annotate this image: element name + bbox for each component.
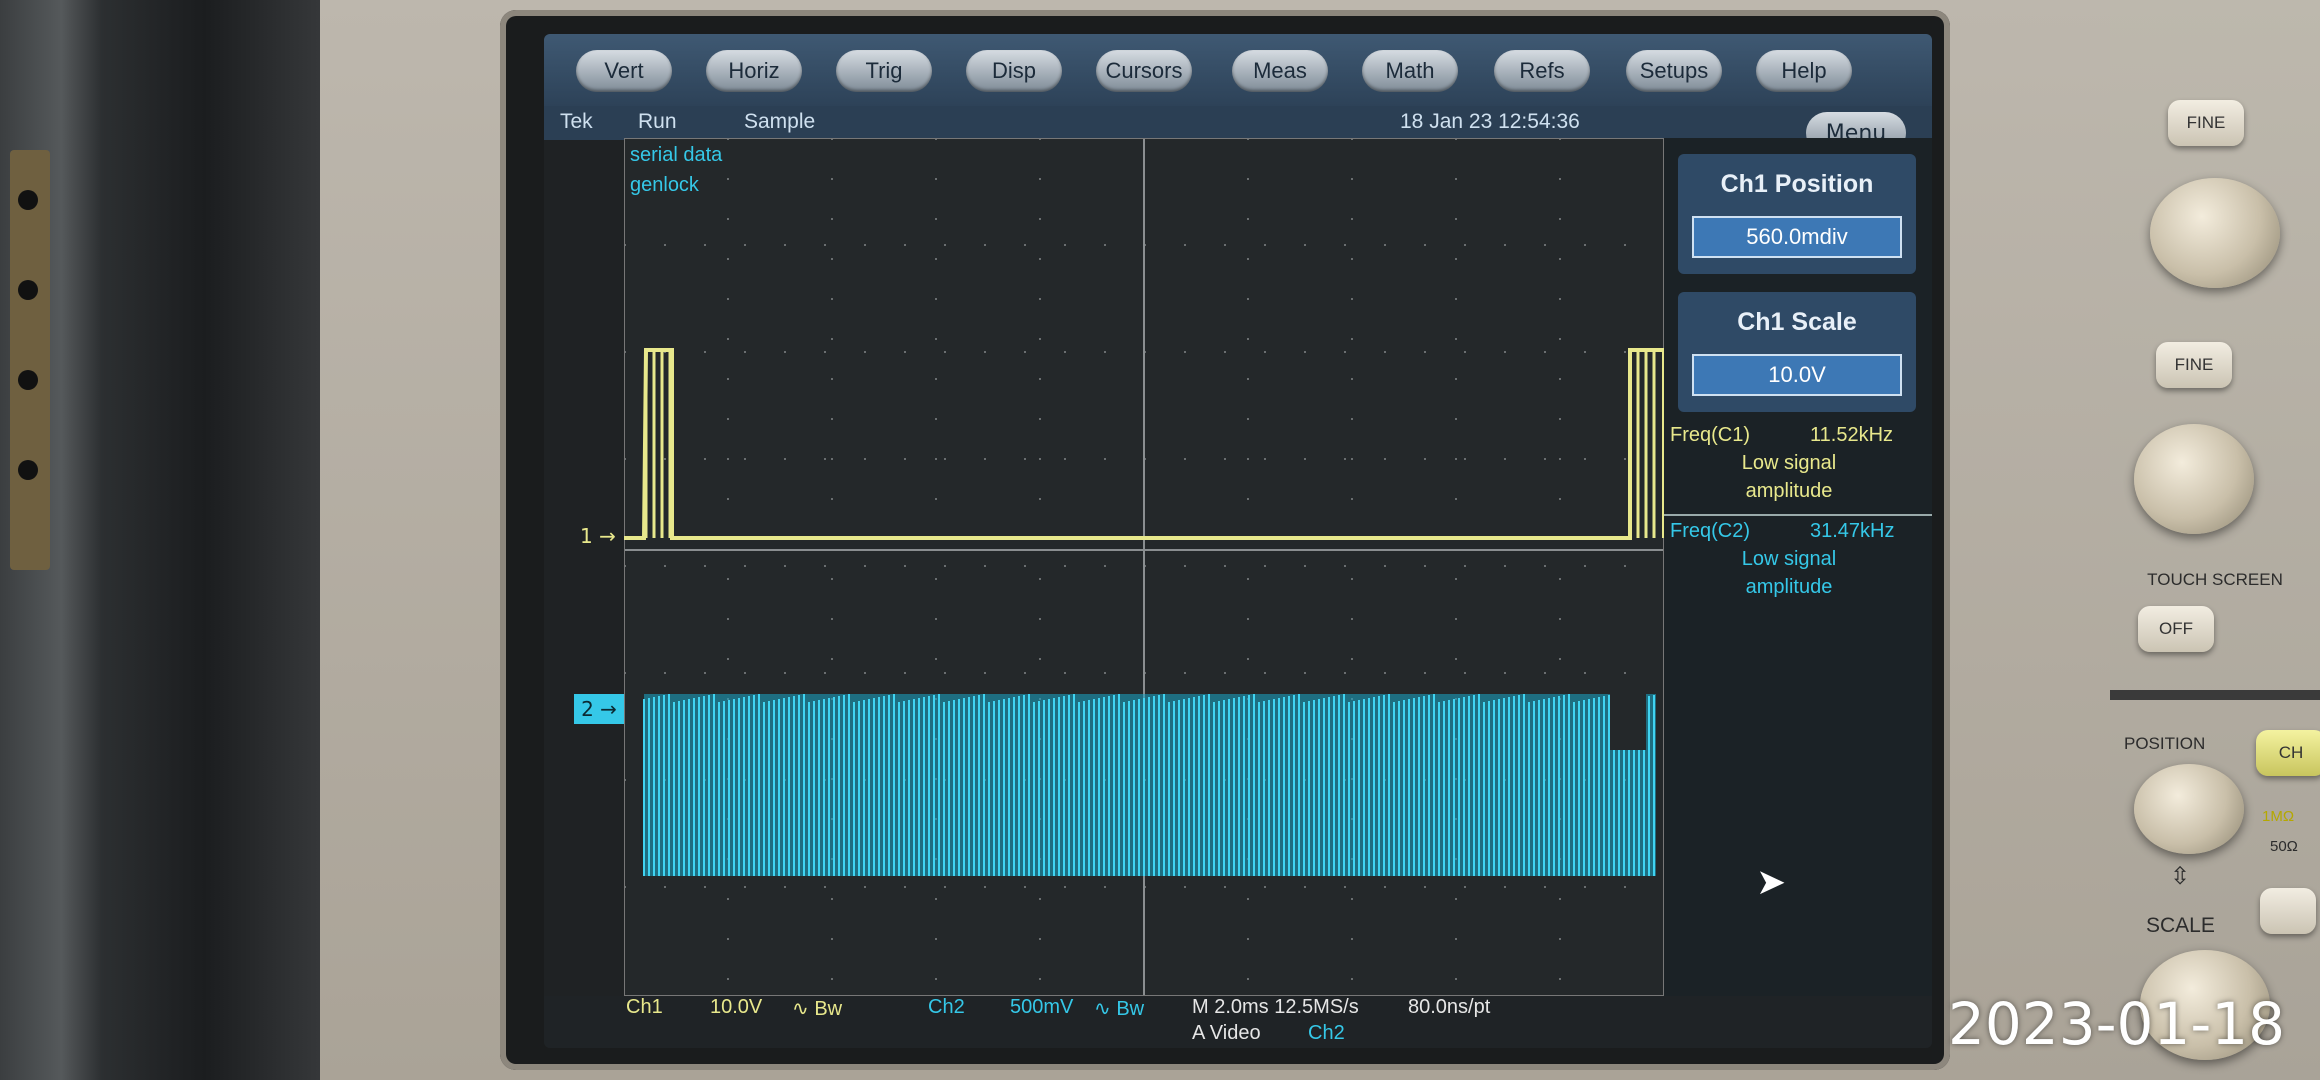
menu-disp-button[interactable]: Disp <box>966 50 1062 92</box>
ch1-position-box[interactable]: Ch1 Position 560.0mdiv <box>1678 154 1916 274</box>
ch2-waveform-label: genlock <box>630 174 699 196</box>
meas1-note-line1: Low signal <box>1741 452 1837 474</box>
meas-divider <box>1664 514 1932 516</box>
trigger-mode-readout[interactable]: A Video <box>1192 1022 1261 1045</box>
fine-button-1[interactable]: FINE <box>2168 100 2244 146</box>
brand-label: Tek <box>560 110 593 133</box>
impedance-1m-label: 1MΩ <box>2262 808 2295 825</box>
multipurpose-knob-b[interactable] <box>2134 424 2254 534</box>
rack-hole <box>18 370 38 390</box>
menu-horiz-button[interactable]: Horiz <box>706 50 802 92</box>
ch1-button[interactable]: CH <box>2256 730 2320 776</box>
meas1-name: Freq(C1) <box>1670 424 1751 446</box>
ch1-position-title: Ch1 Position <box>1720 170 1874 198</box>
oscilloscope-screen: Vert Horiz Trig Disp Cursors Meas Math R… <box>544 34 1932 1048</box>
readout-bar: Ch1 10.0V ∿ Bw Ch2 500mV ∿ Bw M 2.0ms 12… <box>544 996 1932 1048</box>
ch2-scale-readout[interactable]: 500mV <box>1010 996 1073 1019</box>
meas2-value: 31.47kHz <box>1810 520 1895 542</box>
ch1-ground-marker[interactable]: 1 → <box>580 524 616 548</box>
menu-help-button[interactable]: Help <box>1756 50 1852 92</box>
equipment-rack <box>0 0 340 1080</box>
touch-screen-label: TOUCH SCREEN <box>2147 570 2283 589</box>
meas2-note-line2: amplitude <box>1745 576 1833 598</box>
ch2-readout-label[interactable]: Ch2 <box>928 996 965 1019</box>
ch1-position-value[interactable]: 560.0mdiv <box>1692 216 1902 258</box>
mouse-pointer-icon: ➤ <box>1756 862 1787 903</box>
fine-button-2[interactable]: FINE <box>2156 342 2232 388</box>
menu-cursors-button[interactable]: Cursors <box>1096 50 1192 92</box>
rack-hole <box>18 460 38 480</box>
side-panel: Ch1 Position 560.0mdiv Ch1 Scale 10.0V F… <box>1664 138 1932 996</box>
timebase-readout[interactable]: M 2.0ms 12.5MS/s <box>1192 996 1359 1019</box>
ch1-bandwidth-readout: ∿ Bw <box>792 998 843 1020</box>
trigger-source-readout[interactable]: Ch2 <box>1308 1022 1345 1045</box>
ch1-waveform-label: serial data <box>630 144 723 166</box>
menu-setups-button[interactable]: Setups <box>1626 50 1722 92</box>
ch1-readout-label[interactable]: Ch1 <box>626 996 663 1019</box>
multipurpose-knob-a[interactable] <box>2150 178 2280 288</box>
status-bar: Tek Run Sample 18 Jan 23 12:54:36 <box>544 106 1932 140</box>
datetime-readout: 18 Jan 23 12:54:36 <box>1400 110 1580 133</box>
menu-refs-button[interactable]: Refs <box>1494 50 1590 92</box>
ch1-scale-readout[interactable]: 10.0V <box>710 996 762 1019</box>
panel-divider <box>2110 690 2320 700</box>
acquisition-mode: Sample <box>744 110 816 133</box>
menu-math-button[interactable]: Math <box>1362 50 1458 92</box>
ch2-bandwidth-readout: ∿ Bw <box>1094 998 1145 1020</box>
updown-arrow-icon: ⇳ <box>2170 863 2191 890</box>
record-resolution-readout: 80.0ns/pt <box>1408 996 1491 1018</box>
ch1-scale-value[interactable]: 10.0V <box>1692 354 1902 396</box>
rack-rail <box>10 150 50 570</box>
meas1-note-line2: amplitude <box>1745 480 1833 502</box>
impedance-50-label: 50Ω <box>2270 838 2298 855</box>
ch1-scale-title: Ch1 Scale <box>1737 308 1857 336</box>
ch1-scale-box[interactable]: Ch1 Scale 10.0V <box>1678 292 1916 412</box>
position-label: POSITION <box>2124 734 2206 753</box>
menu-bar: Vert Horiz Trig Disp Cursors Meas Math R… <box>544 34 1932 106</box>
menu-vert-button[interactable]: Vert <box>576 50 672 92</box>
menu-trig-button[interactable]: Trig <box>836 50 932 92</box>
vertical-position-knob[interactable] <box>2134 764 2244 854</box>
ch2-ground-marker[interactable]: 2 → <box>574 694 624 724</box>
front-control-panel: FINE FINE TOUCH SCREEN OFF POSITION CH 1… <box>2110 0 2320 1080</box>
rack-hole <box>18 280 38 300</box>
ch2-sync-gap <box>1610 694 1646 750</box>
rack-hole <box>18 190 38 210</box>
waveform-display <box>624 138 1664 996</box>
ch1-pulse-group-left <box>644 350 672 538</box>
panel-button[interactable] <box>2260 888 2316 934</box>
run-state: Run <box>638 110 677 133</box>
scale-label: SCALE <box>2146 914 2215 937</box>
meas1-value: 11.52kHz <box>1810 424 1894 446</box>
graticule[interactable]: serial data genlock <box>624 138 1664 996</box>
ch1-pulse-group-right <box>1628 350 1656 538</box>
touch-screen-off-button[interactable]: OFF <box>2138 606 2214 652</box>
photo-date-stamp: 2023-01-18 <box>1948 990 2286 1058</box>
meas2-name: Freq(C2) <box>1670 520 1751 542</box>
meas2-note-line1: Low signal <box>1741 548 1837 570</box>
menu-meas-button[interactable]: Meas <box>1232 50 1328 92</box>
